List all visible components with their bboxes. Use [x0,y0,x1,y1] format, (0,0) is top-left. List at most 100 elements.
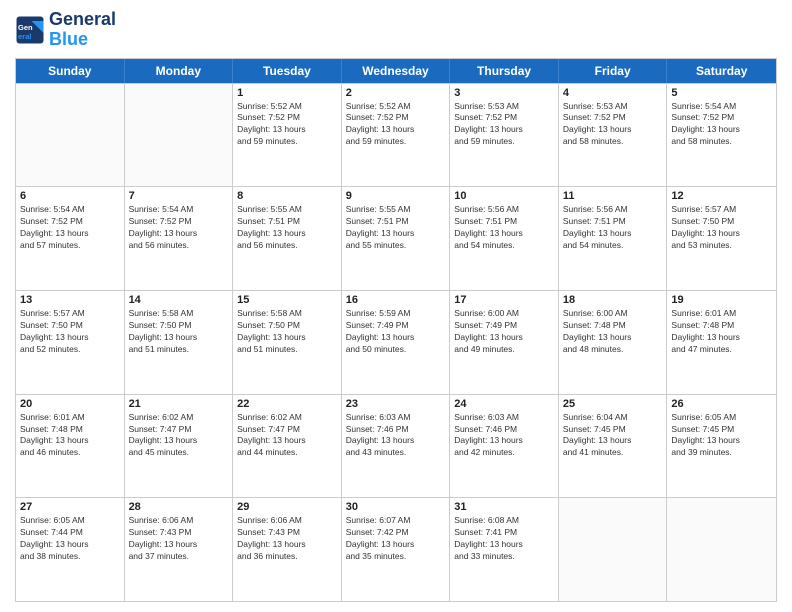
calendar-cell-9: 9Sunrise: 5:55 AMSunset: 7:51 PMDaylight… [342,187,451,290]
calendar-week-3: 13Sunrise: 5:57 AMSunset: 7:50 PMDayligh… [16,290,776,394]
cell-info-line: and 35 minutes. [346,551,446,563]
calendar: SundayMondayTuesdayWednesdayThursdayFrid… [15,58,777,602]
weekday-header-friday: Friday [559,59,668,83]
cell-info-line: and 33 minutes. [454,551,554,563]
weekday-header-tuesday: Tuesday [233,59,342,83]
cell-info-line: Daylight: 13 hours [237,435,337,447]
day-number: 16 [346,294,446,306]
day-number: 22 [237,398,337,410]
cell-info-line: Daylight: 13 hours [237,332,337,344]
cell-info-line: Daylight: 13 hours [129,435,229,447]
calendar-cell-2: 2Sunrise: 5:52 AMSunset: 7:52 PMDaylight… [342,84,451,187]
calendar-cell-5: 5Sunrise: 5:54 AMSunset: 7:52 PMDaylight… [667,84,776,187]
calendar-cell-12: 12Sunrise: 5:57 AMSunset: 7:50 PMDayligh… [667,187,776,290]
cell-info-line: Daylight: 13 hours [346,124,446,136]
cell-info-line: Sunrise: 6:06 AM [237,515,337,527]
cell-info-line: and 49 minutes. [454,344,554,356]
cell-info-line: Sunset: 7:49 PM [454,320,554,332]
page: Gen eral General Blue SundayMondayTuesda… [0,0,792,612]
cell-info-line: Daylight: 13 hours [563,332,663,344]
cell-info-line: Daylight: 13 hours [237,124,337,136]
calendar-cell-26: 26Sunrise: 6:05 AMSunset: 7:45 PMDayligh… [667,395,776,498]
cell-info-line: Sunrise: 5:54 AM [671,101,772,113]
day-number: 3 [454,87,554,99]
cell-info-line: and 48 minutes. [563,344,663,356]
cell-info-line: Sunrise: 5:54 AM [129,204,229,216]
cell-info-line: Sunrise: 5:57 AM [671,204,772,216]
cell-info-line: Sunset: 7:46 PM [346,424,446,436]
cell-info-line: and 39 minutes. [671,447,772,459]
cell-info-line: and 45 minutes. [129,447,229,459]
cell-info-line: and 53 minutes. [671,240,772,252]
cell-info-line: Sunrise: 5:59 AM [346,308,446,320]
logo-icon: Gen eral [15,15,45,45]
calendar-cell-7: 7Sunrise: 5:54 AMSunset: 7:52 PMDaylight… [125,187,234,290]
weekday-header-thursday: Thursday [450,59,559,83]
cell-info-line: Sunrise: 6:02 AM [237,412,337,424]
cell-info-line: and 47 minutes. [671,344,772,356]
cell-info-line: Sunset: 7:51 PM [563,216,663,228]
day-number: 15 [237,294,337,306]
calendar-cell-1: 1Sunrise: 5:52 AMSunset: 7:52 PMDaylight… [233,84,342,187]
calendar-cell-28: 28Sunrise: 6:06 AMSunset: 7:43 PMDayligh… [125,498,234,601]
cell-info-line: Sunrise: 5:53 AM [454,101,554,113]
day-number: 14 [129,294,229,306]
day-number: 7 [129,190,229,202]
weekday-header-wednesday: Wednesday [342,59,451,83]
cell-info-line: Sunset: 7:41 PM [454,527,554,539]
cell-info-line: Sunset: 7:52 PM [563,112,663,124]
cell-info-line: Daylight: 13 hours [129,332,229,344]
cell-info-line: and 41 minutes. [563,447,663,459]
cell-info-line: Sunrise: 6:08 AM [454,515,554,527]
cell-info-line: Sunset: 7:52 PM [454,112,554,124]
day-number: 4 [563,87,663,99]
cell-info-line: Sunrise: 6:01 AM [20,412,120,424]
cell-info-line: and 43 minutes. [346,447,446,459]
cell-info-line: Sunset: 7:51 PM [237,216,337,228]
cell-info-line: Daylight: 13 hours [454,332,554,344]
calendar-cell-15: 15Sunrise: 5:58 AMSunset: 7:50 PMDayligh… [233,291,342,394]
cell-info-line: Sunset: 7:52 PM [129,216,229,228]
day-number: 1 [237,87,337,99]
day-number: 27 [20,501,120,513]
day-number: 12 [671,190,772,202]
cell-info-line: and 51 minutes. [237,344,337,356]
calendar-cell-31: 31Sunrise: 6:08 AMSunset: 7:41 PMDayligh… [450,498,559,601]
calendar-cell-27: 27Sunrise: 6:05 AMSunset: 7:44 PMDayligh… [16,498,125,601]
cell-info-line: Sunrise: 5:58 AM [129,308,229,320]
cell-info-line: Daylight: 13 hours [20,228,120,240]
cell-info-line: Sunset: 7:52 PM [671,112,772,124]
cell-info-line: Sunset: 7:47 PM [129,424,229,436]
cell-info-line: and 51 minutes. [129,344,229,356]
cell-info-line: Sunrise: 6:07 AM [346,515,446,527]
cell-info-line: Sunrise: 5:52 AM [237,101,337,113]
calendar-cell-empty-0-0 [16,84,125,187]
cell-info-line: Sunrise: 5:57 AM [20,308,120,320]
cell-info-line: Sunset: 7:46 PM [454,424,554,436]
cell-info-line: Sunset: 7:51 PM [346,216,446,228]
day-number: 29 [237,501,337,513]
cell-info-line: Sunrise: 5:53 AM [563,101,663,113]
calendar-cell-6: 6Sunrise: 5:54 AMSunset: 7:52 PMDaylight… [16,187,125,290]
weekday-header-monday: Monday [125,59,234,83]
calendar-cell-empty-4-6 [667,498,776,601]
day-number: 8 [237,190,337,202]
calendar-cell-8: 8Sunrise: 5:55 AMSunset: 7:51 PMDaylight… [233,187,342,290]
cell-info-line: and 50 minutes. [346,344,446,356]
cell-info-line: Sunset: 7:45 PM [671,424,772,436]
weekday-header-saturday: Saturday [667,59,776,83]
cell-info-line: Daylight: 13 hours [346,539,446,551]
calendar-cell-23: 23Sunrise: 6:03 AMSunset: 7:46 PMDayligh… [342,395,451,498]
cell-info-line: Sunrise: 6:05 AM [20,515,120,527]
cell-info-line: Daylight: 13 hours [454,435,554,447]
cell-info-line: Daylight: 13 hours [563,228,663,240]
logo-text: General Blue [49,10,116,50]
cell-info-line: Daylight: 13 hours [237,228,337,240]
calendar-cell-25: 25Sunrise: 6:04 AMSunset: 7:45 PMDayligh… [559,395,668,498]
calendar-cell-11: 11Sunrise: 5:56 AMSunset: 7:51 PMDayligh… [559,187,668,290]
calendar-body: 1Sunrise: 5:52 AMSunset: 7:52 PMDaylight… [16,83,776,601]
cell-info-line: Sunset: 7:52 PM [346,112,446,124]
cell-info-line: and 38 minutes. [20,551,120,563]
calendar-cell-24: 24Sunrise: 6:03 AMSunset: 7:46 PMDayligh… [450,395,559,498]
day-number: 2 [346,87,446,99]
